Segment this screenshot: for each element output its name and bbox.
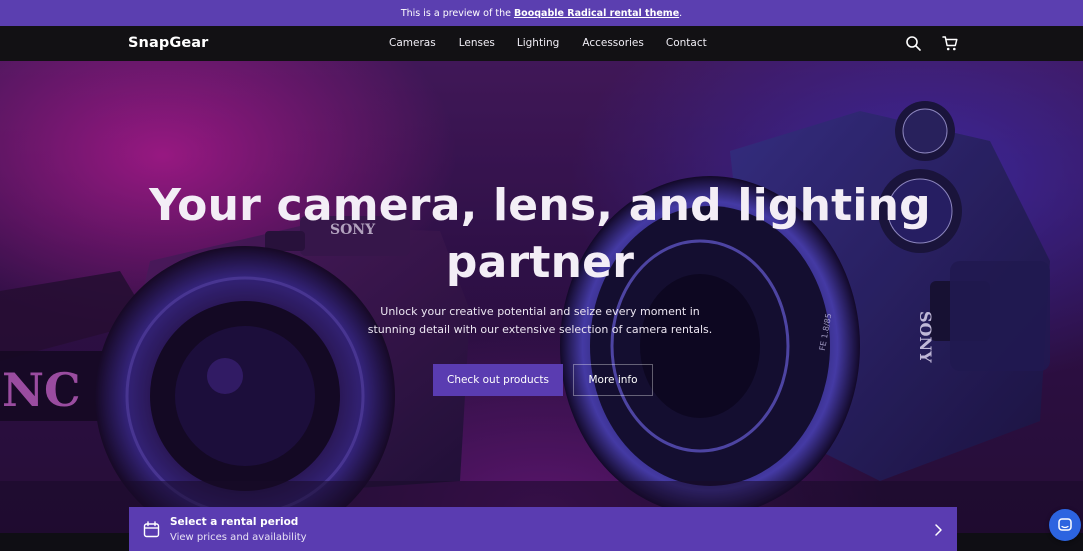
cart-icon[interactable] bbox=[942, 35, 959, 52]
nav-links: Cameras Lenses Lighting Accessories Cont… bbox=[389, 37, 707, 49]
rental-period-selector[interactable]: Select a rental period View prices and a… bbox=[129, 507, 957, 551]
hero-overlay bbox=[0, 61, 1083, 533]
hero-subtitle: Unlock your creative potential and seize… bbox=[340, 303, 740, 338]
nav-item-contact[interactable]: Contact bbox=[666, 37, 707, 49]
hero-section: NC SONY SONY FE 1.8/85 Your camera, lens… bbox=[0, 61, 1083, 533]
preview-banner-suffix: . bbox=[679, 7, 683, 19]
chat-icon bbox=[1058, 518, 1072, 531]
calendar-icon bbox=[143, 521, 160, 538]
chevron-right-icon bbox=[931, 522, 945, 536]
rental-subtitle: View prices and availability bbox=[170, 532, 307, 543]
hero-subtitle-line-1: Unlock your creative potential and seize… bbox=[380, 305, 700, 318]
theme-link[interactable]: Booqable Radical rental theme bbox=[514, 8, 679, 19]
hero-title-line-1: Your camera, lens, and lighting bbox=[149, 180, 931, 231]
hero-title-line-2: partner bbox=[445, 237, 635, 288]
rental-title: Select a rental period bbox=[170, 516, 299, 528]
more-info-button[interactable]: More info bbox=[573, 364, 653, 396]
nav-item-lenses[interactable]: Lenses bbox=[459, 37, 495, 49]
search-icon[interactable] bbox=[905, 35, 922, 52]
check-out-products-button[interactable]: Check out products bbox=[433, 364, 563, 396]
nav-item-cameras[interactable]: Cameras bbox=[389, 37, 436, 49]
preview-banner-text: This is a preview of the bbox=[400, 7, 511, 19]
hero-title: Your camera, lens, and lighting partner bbox=[140, 177, 940, 291]
navbar: SnapGear Cameras Lenses Lighting Accesso… bbox=[0, 26, 1083, 61]
nav-item-lighting[interactable]: Lighting bbox=[517, 37, 559, 49]
site-logo[interactable]: SnapGear bbox=[128, 35, 208, 51]
preview-banner: This is a preview of the Booqable Radica… bbox=[0, 0, 1083, 26]
page: This is a preview of the Booqable Radica… bbox=[0, 0, 1083, 551]
nav-item-accessories[interactable]: Accessories bbox=[582, 37, 644, 49]
nav-icons bbox=[905, 35, 959, 52]
hero-subtitle-line-2: stunning detail with our extensive selec… bbox=[367, 322, 713, 336]
chat-button[interactable] bbox=[1049, 509, 1081, 541]
